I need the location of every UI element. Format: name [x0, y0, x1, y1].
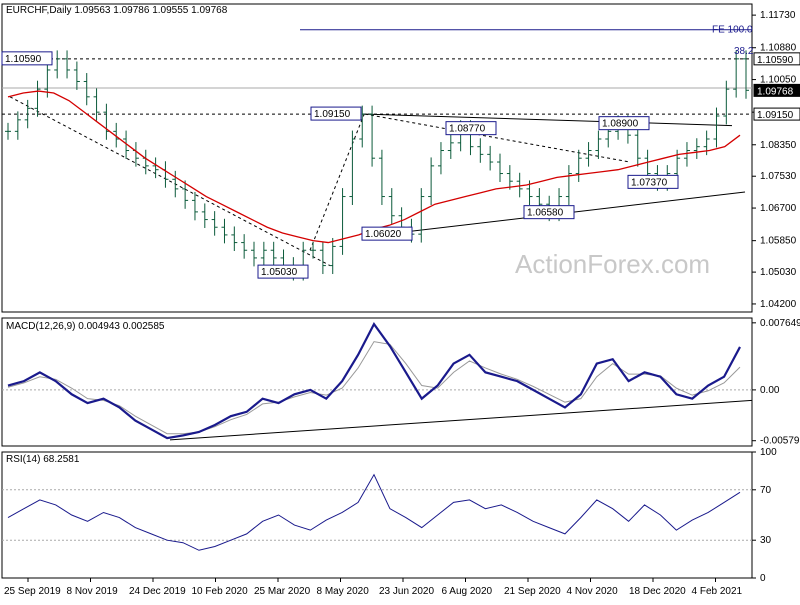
panel-frame-2 — [1, 451, 753, 579]
price-axis-tick-label: 1.11730 — [760, 10, 796, 21]
x-axis-tick-label: 4 Nov 2020 — [567, 586, 619, 597]
price-annotation-label: 1.06580 — [527, 208, 564, 219]
price-axis-tick-label: 1.08350 — [760, 140, 797, 151]
x-axis-tick-label: 23 Jun 2020 — [379, 586, 434, 597]
price-axis-tick-label: 1.06700 — [760, 203, 797, 214]
price-annotation-label: 1.09150 — [314, 109, 351, 120]
price-annotation-label: 1.05030 — [261, 267, 298, 278]
price-axis-tick-label: 1.04200 — [760, 299, 797, 310]
rsi-axis-tick-label: 30 — [760, 535, 772, 546]
rsi-label: RSI(14) 68.2581 — [6, 454, 80, 465]
x-axis-tick-label: 18 Dec 2020 — [629, 586, 686, 597]
x-axis-tick-label: 6 Aug 2020 — [442, 586, 493, 597]
fib-label: 38.2 — [734, 46, 754, 57]
price-tag-label: 1.10590 — [757, 55, 794, 66]
macd-label: MACD(12,26,9) 0.004943 0.002585 — [6, 321, 165, 332]
fib-label: FE 100.0 — [712, 25, 753, 36]
x-axis-tick-label: 25 Mar 2020 — [254, 586, 311, 597]
macd-trend-line — [169, 399, 753, 441]
price-tag-label: 1.09768 — [757, 86, 794, 97]
chart-svg: 1.10590 1.09150 1.08770 1.06020 1.05030 1.089… — [1, 3, 800, 597]
trend-line-dashed — [309, 111, 366, 251]
price-annotation-label: 1.08900 — [602, 119, 639, 130]
rsi-line — [7, 473, 741, 551]
rsi-axis-tick-label: 70 — [760, 485, 772, 496]
x-axis-tick-label: 8 May 2020 — [317, 586, 370, 597]
price-annotation-label: 1.08770 — [449, 124, 486, 135]
macd-signal-line — [7, 341, 741, 435]
macd-axis-tick-label: 0.007649 — [760, 318, 800, 329]
rsi-axis-tick-label: 0 — [760, 573, 766, 584]
x-axis-tick-label: 21 Sep 2020 — [504, 586, 561, 597]
x-axis-tick-label: 8 Nov 2019 — [67, 586, 119, 597]
trend-line-dashed — [9, 96, 331, 267]
price-annotation-label: 1.06020 — [365, 229, 402, 240]
watermark: ActionForex.com — [515, 249, 710, 279]
chart-root: 1.10590 1.09150 1.08770 1.06020 1.05030 1.089… — [0, 0, 800, 600]
macd-axis-tick-label: -0.005797 — [760, 436, 800, 447]
chart-title: EURCHF,Daily 1.09563 1.09786 1.09555 1.0… — [6, 5, 228, 16]
macd-axis-tick-label: 0.00 — [760, 385, 780, 396]
price-axis-tick-label: 1.10880 — [760, 43, 797, 54]
x-axis-tick-label: 24 Dec 2019 — [129, 586, 186, 597]
x-axis-tick-label: 10 Feb 2020 — [192, 586, 249, 597]
price-tag-label: 1.09150 — [757, 110, 794, 121]
x-axis-tick-label: 25 Sep 2019 — [4, 586, 61, 597]
price-annotation-label: 1.07370 — [631, 177, 668, 188]
price-axis-tick-label: 1.07530 — [760, 171, 797, 182]
x-axis-tick-label: 4 Feb 2021 — [692, 586, 743, 597]
price-axis-tick-label: 1.05850 — [760, 236, 797, 247]
panel-frame-1 — [1, 317, 753, 447]
price-axis-tick-label: 1.05030 — [760, 267, 797, 278]
rsi-axis-tick-label: 100 — [760, 447, 777, 458]
price-annotation-label: 1.10590 — [5, 54, 42, 65]
